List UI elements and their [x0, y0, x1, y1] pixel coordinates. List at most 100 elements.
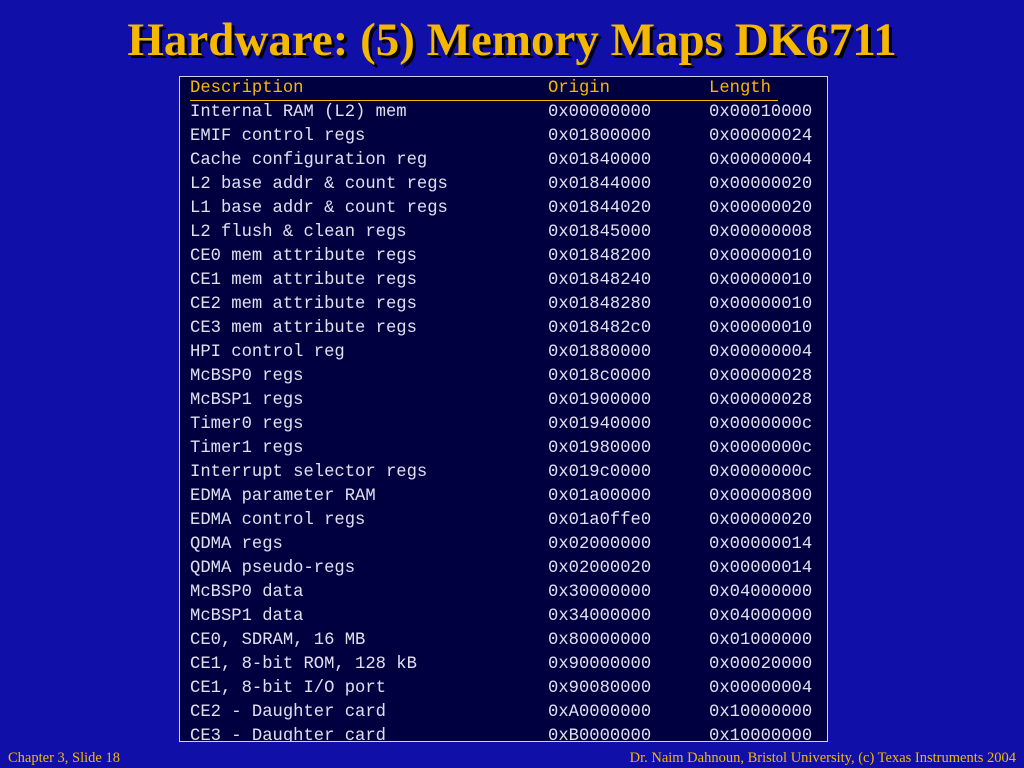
table-row: QDMA pseudo-regs 0x02000020 0x00000014: [190, 557, 827, 581]
row-origin: 0x01800000: [548, 127, 652, 146]
table-row: Interrupt selector regs 0x019c0000 0x00000…: [190, 461, 827, 485]
row-length: 0x00020000: [709, 655, 813, 674]
table-row: CE1, 8-bit I/O port 0x90080000 0x00000004: [190, 677, 827, 701]
row-origin: 0x01a00000: [548, 487, 652, 506]
row-length: 0x00000020: [709, 511, 813, 530]
row-description: CE2 mem attribute regs: [190, 295, 417, 314]
row-length: 0x00000020: [709, 175, 813, 194]
header-origin: Origin: [548, 79, 610, 98]
table-row: QDMA regs 0x02000000 0x00000014: [190, 533, 827, 557]
row-origin: 0x01844000: [548, 175, 652, 194]
row-description: CE1, 8-bit ROM, 128 kB: [190, 655, 417, 674]
row-origin: 0x00000000: [548, 103, 652, 122]
row-length: 0x00000028: [709, 367, 813, 386]
row-description: McBSP1 data: [190, 607, 304, 626]
row-origin: 0xA0000000: [548, 703, 652, 722]
row-origin: 0x01980000: [548, 439, 652, 458]
row-origin: 0xB0000000: [548, 727, 652, 742]
row-length: 0x00000010: [709, 247, 813, 266]
row-description: McBSP1 regs: [190, 391, 304, 410]
table-row: CE1, 8-bit ROM, 128 kB 0x90000000 0x000200…: [190, 653, 827, 677]
row-description: Timer1 regs: [190, 439, 304, 458]
row-origin: 0x01a0ffe0: [548, 511, 652, 530]
table-row: CE0 mem attribute regs 0x01848200 0x000000…: [190, 245, 827, 269]
table-row: EDMA parameter RAM 0x01a00000 0x00000800: [190, 485, 827, 509]
row-length: 0x04000000: [709, 607, 813, 626]
row-length: 0x00000004: [709, 343, 813, 362]
row-description: QDMA regs: [190, 535, 283, 554]
row-description: CE3 mem attribute regs: [190, 319, 417, 338]
table-row: CE3 - Daughter card 0xB0000000 0x10000000: [190, 725, 827, 742]
row-origin: 0x02000000: [548, 535, 652, 554]
row-description: HPI control reg: [190, 343, 345, 362]
row-length: 0x01000000: [709, 631, 813, 650]
row-origin: 0x01880000: [548, 343, 652, 362]
row-length: 0x0000000c: [709, 415, 813, 434]
table-row: McBSP0 data 0x30000000 0x04000000: [190, 581, 827, 605]
row-description: CE0, SDRAM, 16 MB: [190, 631, 366, 650]
table-row: Internal RAM (L2) mem 0x00000000 0x0001000…: [190, 101, 827, 125]
row-length: 0x10000000: [709, 703, 813, 722]
table-row: CE1 mem attribute regs 0x01848240 0x000000…: [190, 269, 827, 293]
table-row: L1 base addr & count regs 0x01844020 0x000…: [190, 197, 827, 221]
row-description: Cache configuration reg: [190, 151, 428, 170]
row-length: 0x10000000: [709, 727, 813, 742]
row-length: 0x0000000c: [709, 463, 813, 482]
row-origin: 0x019c0000: [548, 463, 652, 482]
table-row: EDMA control regs 0x01a0ffe0 0x00000020: [190, 509, 827, 533]
row-origin: 0x01848240: [548, 271, 652, 290]
table-row: Cache configuration reg 0x01840000 0x00000…: [190, 149, 827, 173]
row-description: CE3 - Daughter card: [190, 727, 386, 742]
footer-credits: Dr. Naim Dahnoun, Bristol University, (c…: [629, 750, 1016, 766]
table-row: McBSP0 regs 0x018c0000 0x00000028: [190, 365, 827, 389]
row-description: EDMA parameter RAM: [190, 487, 376, 506]
row-description: EDMA control regs: [190, 511, 366, 530]
row-description: QDMA pseudo-regs: [190, 559, 356, 578]
row-length: 0x00000028: [709, 391, 813, 410]
row-length: 0x04000000: [709, 583, 813, 602]
row-description: CE1, 8-bit I/O port: [190, 679, 386, 698]
slide-title: Hardware: (5) Memory Maps DK6711: [127, 14, 897, 66]
table-row: CE3 mem attribute regs 0x018482c0 0x000000…: [190, 317, 827, 341]
row-origin: 0x01845000: [548, 223, 652, 242]
row-description: McBSP0 regs: [190, 367, 304, 386]
row-length: 0x00000010: [709, 271, 813, 290]
table-row: EMIF control regs 0x01800000 0x00000024: [190, 125, 827, 149]
row-length: 0x0000000c: [709, 439, 813, 458]
table-row: McBSP1 regs 0x01900000 0x00000028: [190, 389, 827, 413]
memory-map-table: Description Origin Length Internal RAM (…: [179, 76, 828, 742]
row-length: 0x00000010: [709, 319, 813, 338]
table-row: L2 base addr & count regs 0x01844000 0x000…: [190, 173, 827, 197]
row-description: EMIF control regs: [190, 127, 366, 146]
row-length: 0x00000014: [709, 559, 813, 578]
row-description: CE0 mem attribute regs: [190, 247, 417, 266]
row-length: 0x00000014: [709, 535, 813, 554]
memory-map-header: Description Origin Length: [190, 77, 827, 101]
row-description: Interrupt selector regs: [190, 463, 428, 482]
table-row: CE2 mem attribute regs 0x01848280 0x000000…: [190, 293, 827, 317]
row-description: CE1 mem attribute regs: [190, 271, 417, 290]
row-origin: 0x02000020: [548, 559, 652, 578]
row-length: 0x00000024: [709, 127, 813, 146]
row-description: L2 flush & clean regs: [190, 223, 407, 242]
row-length: 0x00000004: [709, 679, 813, 698]
row-description: L2 base addr & count regs: [190, 175, 448, 194]
row-origin: 0x01844020: [548, 199, 652, 218]
row-origin: 0x01848280: [548, 295, 652, 314]
row-length: 0x00000008: [709, 223, 813, 242]
table-row: Timer0 regs 0x01940000 0x0000000c: [190, 413, 827, 437]
row-origin: 0x01848200: [548, 247, 652, 266]
table-row: Timer1 regs 0x01980000 0x0000000c: [190, 437, 827, 461]
row-origin: 0x01900000: [548, 391, 652, 410]
row-origin: 0x018482c0: [548, 319, 652, 338]
row-length: 0x00010000: [709, 103, 813, 122]
row-origin: 0x90080000: [548, 679, 652, 698]
row-length: 0x00000020: [709, 199, 813, 218]
row-description: CE2 - Daughter card: [190, 703, 386, 722]
table-row: CE2 - Daughter card 0xA0000000 0x10000000: [190, 701, 827, 725]
header-description: Description: [190, 79, 304, 98]
row-description: L1 base addr & count regs: [190, 199, 448, 218]
table-row: McBSP1 data 0x34000000 0x04000000: [190, 605, 827, 629]
row-origin: 0x34000000: [548, 607, 652, 626]
row-origin: 0x01840000: [548, 151, 652, 170]
